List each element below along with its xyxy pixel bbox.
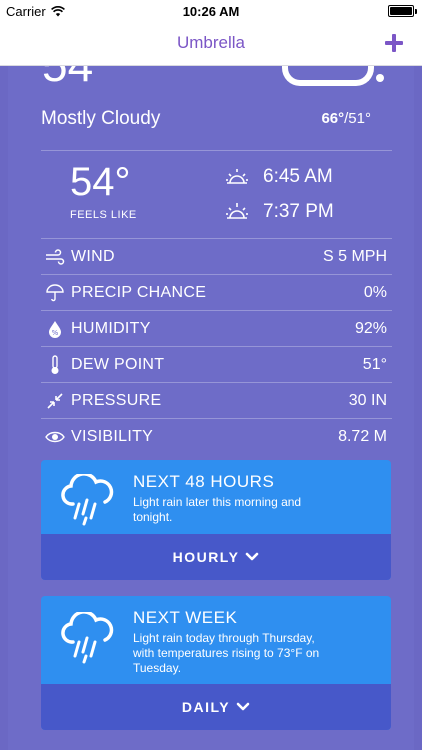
eye-icon [45,427,65,447]
sunset-time: 7:37 PM [263,201,334,222]
sunrise-time: 6:45 AM [263,166,333,187]
wind-label: WIND [71,248,115,265]
pressure-label: PRESSURE [71,392,162,409]
daily-button[interactable]: DAILY [41,684,391,730]
dew-point-value: 51° [362,356,387,373]
weather-panel[interactable]: 54° Mostly Cloudy 66°/51° 54° FEELS LIKE… [8,66,414,750]
forecast-card-title: NEXT 48 HOURS [133,472,275,491]
humidity-label: HUMIDITY [71,320,151,337]
forecast-card-title: NEXT WEEK [133,608,238,627]
detail-row-dew-point: DEW POINT 51° [41,347,392,382]
hourly-button[interactable]: HOURLY [41,534,391,580]
forecast-card-description: Light rain today through Thursday, with … [133,631,320,675]
plus-icon [385,34,403,52]
rain-cloud-icon [61,612,114,664]
visibility-value: 8.72 M [338,428,387,445]
daily-button-label: DAILY [181,699,231,715]
umbrella-icon [45,283,65,303]
current-temperature: 54° [42,66,112,92]
humidity-icon: % [45,319,65,339]
add-location-button[interactable] [380,29,408,57]
pressure-value: 30 IN [348,392,387,409]
status-time: 10:26 AM [182,4,240,19]
sunset-icon [226,203,248,219]
feels-like-label: FEELS LIKE [70,209,137,221]
chevron-down-icon [236,702,250,711]
pressure-icon [45,391,65,411]
thermometer-icon [45,355,65,375]
humidity-value: 92% [354,320,387,337]
detail-row-wind: WIND S 5 MPH [41,239,392,274]
battery-icon [388,5,417,17]
hourly-button-label: HOURLY [172,549,240,565]
forecast-card-next-48-hours: NEXT 48 HOURS Light rain later this morn… [41,460,391,580]
dew-point-label: DEW POINT [71,356,165,373]
visibility-label: VISIBILITY [71,428,154,445]
feels-like-temperature: 54° [70,160,131,204]
rain-cloud-icon [61,474,114,526]
divider [41,150,392,151]
status-bar: Carrier 10:26 AM [0,0,422,22]
detail-row-precip: PRECIP CHANCE 0% [41,275,392,310]
navigation-bar: Umbrella [0,22,422,66]
forecast-card-next-week: NEXT WEEK Light rain today through Thurs… [41,596,391,730]
detail-row-humidity: % HUMIDITY 92% [41,311,392,346]
cloud-icon-dot [376,74,384,82]
cloud-icon [282,66,374,86]
precip-label: PRECIP CHANCE [71,284,207,301]
wind-icon [45,247,65,267]
svg-text:%: % [52,329,59,337]
current-condition: Mostly Cloudy [41,108,161,129]
high-temperature: 66° [321,110,345,127]
forecast-card-description: Light rain later this morning and tonigh… [133,495,302,524]
app-title: Umbrella [176,33,246,52]
sunrise-icon [226,169,248,184]
low-temperature: /51° [344,110,371,127]
sunrise-row: 6:45 AM [225,166,333,188]
high-low-temperature: 66°/51° [321,110,371,127]
wind-value: S 5 MPH [322,248,387,265]
detail-row-visibility: VISIBILITY 8.72 M [41,419,392,454]
chevron-down-icon [246,552,259,561]
precip-value: 0% [363,284,387,301]
detail-row-pressure: PRESSURE 30 IN [41,383,392,418]
sunset-row: 7:37 PM [225,201,334,223]
